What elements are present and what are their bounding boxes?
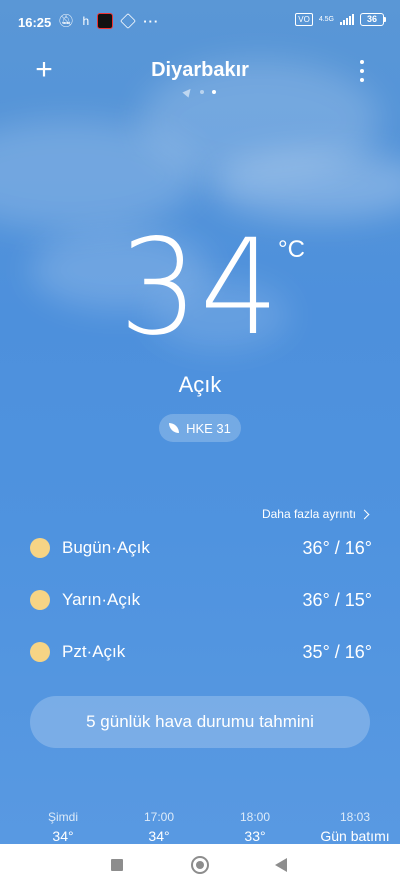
signal-icon (340, 14, 354, 25)
hourly-forecast-strip[interactable]: Şimdi 34° 17:00 34° 18:00 33° 18:03 Gün … (0, 810, 400, 844)
menu-dot (360, 78, 364, 82)
more-notifications-icon: ··· (143, 13, 160, 29)
hourly-value: 34° (148, 828, 170, 844)
more-details-link[interactable]: Daha fazla ayrıntı (261, 507, 370, 521)
home-icon[interactable] (191, 856, 209, 874)
current-condition: Açık (178, 372, 222, 397)
day-label: Pzt·Açık (62, 642, 126, 661)
daily-forecast-row[interactable]: Yarın·Açık 36° / 15° (30, 587, 372, 613)
sun-icon (30, 590, 50, 610)
sky-background (0, 0, 400, 888)
temperature-unit: °C (278, 236, 305, 263)
day-label: Bugün·Açık (62, 538, 150, 557)
recent-apps-icon[interactable] (111, 859, 123, 871)
city-name: Diyarbakır (151, 59, 249, 81)
cube-icon (120, 13, 137, 29)
hourly-value: Gün batımı (320, 828, 390, 844)
chevron-right-icon (359, 509, 370, 519)
more-details-label: Daha fazla ayrıntı (261, 507, 356, 521)
status-notification-icons: 🔕︎ h ··· (58, 13, 159, 29)
hourly-time: 18:03 (339, 810, 371, 824)
hourly-value: 34° (52, 828, 74, 844)
back-icon[interactable] (275, 858, 287, 872)
hourly-item: 18:00 33° (210, 810, 300, 844)
status-bar: 16:25 🔕︎ h ··· VO 4.5G 36 (0, 0, 400, 46)
status-system-icons: VO 4.5G 36 (295, 13, 386, 26)
bell-muted-icon: 🔕︎ (58, 13, 75, 28)
page-indicator (0, 86, 400, 98)
five-day-forecast-button[interactable]: 5 günlük hava durumu tahmini (30, 696, 370, 748)
status-h-label: h (82, 14, 90, 28)
menu-dot (360, 60, 364, 64)
hourly-item: 17:00 34° (114, 810, 204, 844)
leaf-icon (169, 423, 180, 433)
day-temps: 36° / 15° (302, 589, 372, 610)
day-temps: 36° / 16° (302, 537, 372, 558)
daily-forecast-row[interactable]: Pzt·Açık 35° / 16° (30, 639, 372, 665)
day-label: Yarın·Açık (62, 590, 141, 609)
hourly-item: Şimdi 34° (18, 810, 108, 844)
system-navigation-bar (0, 844, 400, 888)
page-dot (200, 90, 204, 94)
sun-icon (30, 538, 50, 558)
hourly-value: 33° (244, 828, 266, 844)
network-type: 4.5G (318, 15, 334, 23)
hourly-time: 18:00 (239, 810, 271, 824)
day-temps: 35° / 16° (302, 641, 372, 662)
more-options-button[interactable] (354, 60, 370, 82)
app-notification-icon (97, 13, 114, 29)
page-dot-active (212, 90, 216, 94)
air-quality-label: HKE 31 (186, 420, 231, 436)
hourly-time: Şimdi (47, 810, 78, 824)
menu-dot (360, 69, 364, 73)
hourly-time: 17:00 (143, 810, 175, 824)
volte-icon: VO (295, 13, 313, 26)
daily-forecast-row[interactable]: Bugün·Açık 36° / 16° (30, 535, 372, 561)
battery-icon: 36 (360, 13, 386, 26)
hourly-item: 18:03 Gün batımı (310, 810, 400, 844)
location-arrow-icon (182, 86, 194, 98)
air-quality-badge[interactable]: HKE 31 (159, 414, 241, 442)
current-temperature: 34 (0, 222, 400, 354)
status-time: 16:25 (18, 15, 52, 30)
sun-icon (30, 642, 50, 662)
temperature-value: 34 (119, 211, 281, 365)
